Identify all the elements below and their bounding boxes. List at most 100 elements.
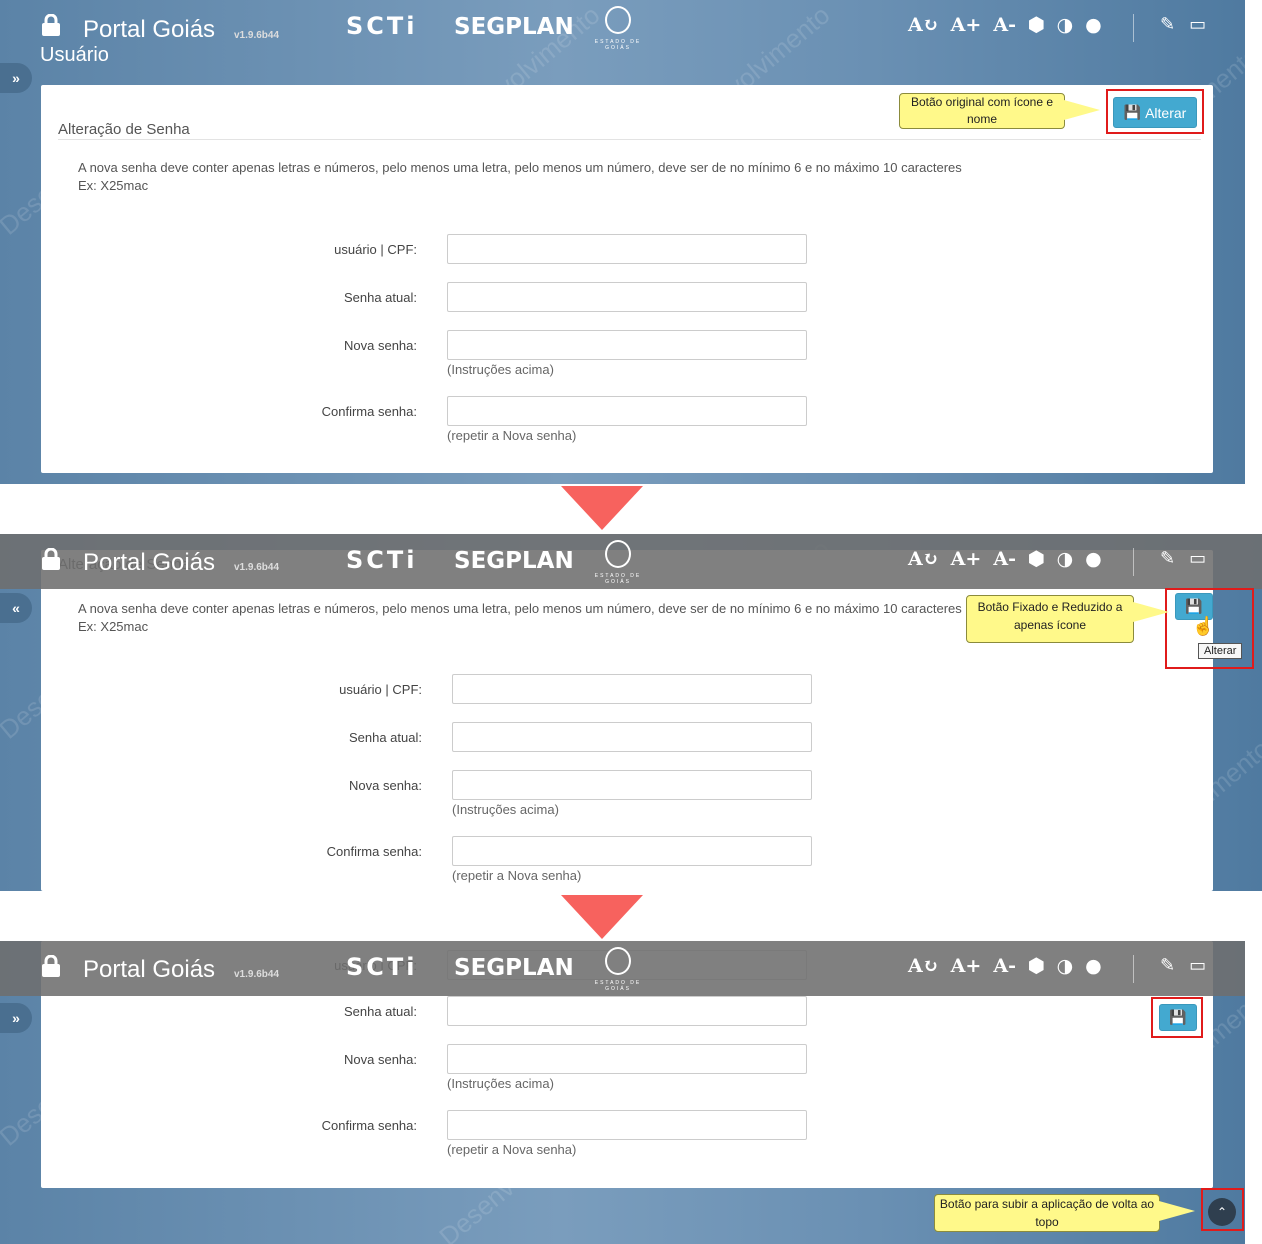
confirm-password-input[interactable] (447, 396, 807, 426)
theme-toolbar: ✎ ▭ (1160, 955, 1206, 976)
new-password-input[interactable] (452, 770, 812, 800)
decrease-font-button[interactable]: A- (993, 548, 1016, 570)
accessibility-toolbar: A↻ A+ A- ⬢ ◑ ● (908, 548, 1102, 570)
confirm-password-input[interactable] (452, 836, 812, 866)
toolbar-divider (1133, 14, 1134, 42)
header-bar: Portal Goiás v1.9.6b44 SCTi SEGPLAN ESTA… (0, 0, 1245, 55)
cube-icon[interactable]: ⬢ (1028, 14, 1045, 36)
password-example-text: Ex: X25mac (78, 178, 149, 193)
cube-icon[interactable]: ⬢ (1028, 548, 1045, 570)
segplan-logo: SEGPLAN (454, 955, 574, 981)
new-password-help: (Instruções acima) (452, 802, 559, 817)
accessibility-toolbar: A↻ A+ A- ⬢ ◑ ● (908, 14, 1102, 36)
password-example-text: Ex: X25mac (78, 619, 149, 634)
header-bar-fixed: Portal Goiás v1.9.6b44 SCTi SEGPLAN ESTA… (0, 941, 1245, 996)
confirm-password-label: Confirma senha: (321, 1118, 417, 1133)
brush-icon[interactable]: ✎ (1160, 548, 1175, 569)
toolbar-divider (1133, 548, 1134, 576)
app-title[interactable]: Portal Goiás (83, 16, 215, 44)
page-title: Usuário (40, 44, 109, 66)
sidebar-toggle-button[interactable]: » (0, 63, 32, 93)
app-title[interactable]: Portal Goiás (83, 956, 215, 984)
confirm-password-help: (repetir a Nova senha) (447, 1142, 577, 1157)
toolbar-divider (1133, 955, 1134, 983)
contrast-icon[interactable]: ◑ (1057, 955, 1074, 977)
confirm-password-input[interactable] (447, 1110, 807, 1140)
contrast-icon[interactable]: ◑ (1057, 14, 1074, 36)
sidebar-toggle-button[interactable]: » (0, 1003, 32, 1033)
divider (58, 139, 1201, 140)
drop-icon[interactable]: ● (1085, 14, 1102, 36)
reset-font-button[interactable]: A↻ (908, 14, 939, 36)
highlight-box (1201, 1188, 1244, 1231)
app-version: v1.9.6b44 (234, 30, 280, 41)
confirm-password-help: (repetir a Nova senha) (447, 428, 577, 443)
app-version: v1.9.6b44 (234, 562, 280, 573)
new-password-label: Nova senha: (344, 338, 417, 353)
lock-icon (42, 14, 60, 36)
confirm-password-label: Confirma senha: (321, 404, 417, 419)
decrease-font-button[interactable]: A- (993, 955, 1016, 977)
current-password-label: Senha atual: (343, 290, 417, 305)
reset-font-button[interactable]: A↻ (908, 548, 939, 570)
brush-icon[interactable]: ✎ (1160, 955, 1175, 976)
state-seal-logo: ESTADO DE GOIÁS (588, 540, 648, 585)
transition-arrow (561, 895, 643, 939)
highlight-box (1106, 89, 1204, 134)
new-password-input[interactable] (447, 330, 807, 360)
segplan-logo: SEGPLAN (454, 548, 574, 574)
current-password-input[interactable] (452, 722, 812, 752)
new-password-label: Nova senha: (349, 778, 422, 793)
callout-back-to-top: Botão para subir a aplicação de volta ao… (934, 1194, 1195, 1232)
brush-icon[interactable]: ✎ (1160, 14, 1175, 35)
new-password-label: Nova senha: (344, 1052, 417, 1067)
user-cpf-input[interactable] (447, 234, 807, 264)
sidebar-toggle-button[interactable]: « (0, 593, 32, 623)
increase-font-button[interactable]: A+ (951, 955, 982, 977)
app-title[interactable]: Portal Goiás (83, 549, 215, 577)
monitor-icon[interactable]: ▭ (1189, 14, 1206, 35)
app-version: v1.9.6b44 (234, 969, 280, 980)
confirm-password-help: (repetir a Nova senha) (452, 868, 582, 883)
highlight-box (1165, 588, 1254, 669)
accessibility-toolbar: A↻ A+ A- ⬢ ◑ ● (908, 955, 1102, 977)
increase-font-button[interactable]: A+ (951, 548, 982, 570)
monitor-icon[interactable]: ▭ (1189, 548, 1206, 569)
user-label: usuário | CPF: (339, 682, 422, 697)
contrast-icon[interactable]: ◑ (1057, 548, 1074, 570)
screenshot-scrolled-fixed: Desenvolvimento Desenvolvimento Desenvol… (0, 534, 1262, 891)
section-title: Alteração de Senha (58, 121, 190, 138)
lock-icon (42, 955, 60, 977)
user-label: usuário | CPF: (334, 242, 417, 257)
callout-fixed-button: Botão Fixado e Reduzido a apenas ícone (966, 595, 1169, 643)
password-rules-text: A nova senha deve conter apenas letras e… (78, 160, 962, 175)
password-rules-text: A nova senha deve conter apenas letras e… (78, 601, 962, 616)
lock-icon (42, 548, 60, 570)
theme-toolbar: ✎ ▭ (1160, 14, 1206, 35)
monitor-icon[interactable]: ▭ (1189, 955, 1206, 976)
current-password-label: Senha atual: (348, 730, 422, 745)
increase-font-button[interactable]: A+ (951, 14, 982, 36)
segplan-logo: SEGPLAN (454, 14, 574, 40)
scti-logo: SCTi (346, 953, 418, 981)
cube-icon[interactable]: ⬢ (1028, 955, 1045, 977)
callout-original-button: Botão original com ícone e nome (899, 93, 1100, 129)
new-password-input[interactable] (447, 1044, 807, 1074)
theme-toolbar: ✎ ▭ (1160, 548, 1206, 569)
reset-font-button[interactable]: A↻ (908, 955, 939, 977)
scti-logo: SCTi (346, 12, 418, 40)
drop-icon[interactable]: ● (1085, 955, 1102, 977)
current-password-input[interactable] (447, 996, 807, 1026)
highlight-box (1151, 997, 1203, 1038)
state-seal-logo: ESTADO DE GOIÁS (588, 947, 648, 992)
user-cpf-input[interactable] (452, 674, 812, 704)
current-password-label: Senha atual: (343, 1004, 417, 1019)
decrease-font-button[interactable]: A- (993, 14, 1016, 36)
scti-logo: SCTi (346, 546, 418, 574)
screenshot-original: Desenvolvimento Desenvolvimento Desenvol… (0, 0, 1245, 484)
transition-arrow (561, 486, 643, 530)
new-password-help: (Instruções acima) (447, 1076, 554, 1091)
current-password-input[interactable] (447, 282, 807, 312)
state-seal-logo: ESTADO DE GOIÁS (588, 6, 648, 51)
drop-icon[interactable]: ● (1085, 548, 1102, 570)
